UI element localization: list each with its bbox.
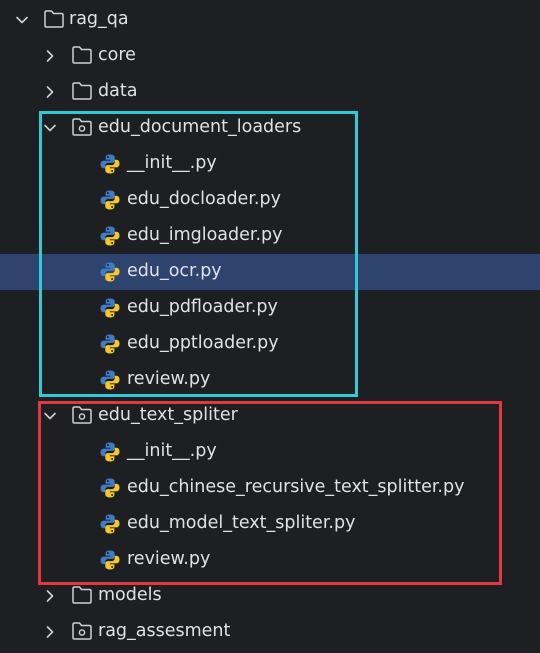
tree-node-rag-assesment[interactable]: rag_assesment [0, 614, 540, 650]
python-file-icon [99, 153, 121, 175]
tree-file-label: edu_pptloader.py [127, 333, 279, 353]
tree-node-models[interactable]: models [0, 578, 540, 614]
python-file-icon [99, 261, 121, 283]
tree-file-label: edu_ocr.py [127, 261, 222, 281]
chevron-right-icon[interactable] [41, 83, 59, 101]
tree-file-label: edu_model_text_spliter.py [127, 513, 356, 533]
chevron-down-icon[interactable] [41, 407, 59, 425]
python-file-icon [99, 441, 121, 463]
tree-node-label: data [98, 81, 138, 101]
tree-node-label: models [98, 585, 162, 605]
python-file-icon [99, 189, 121, 211]
tree-file-label: review.py [127, 369, 211, 389]
tree-file-edu-imgloader[interactable]: edu_imgloader.py [0, 218, 540, 254]
tree-node-edu-text-spliter[interactable]: edu_text_spliter [0, 398, 540, 434]
tree-node-rag-qa[interactable]: rag_qa [0, 2, 540, 38]
tree-file-label: edu_pdfloader.py [127, 297, 278, 317]
chevron-right-icon[interactable] [41, 587, 59, 605]
tree-file-label: edu_chinese_recursive_text_splitter.py [127, 477, 465, 497]
folder-icon [71, 81, 93, 101]
tree-file-review-spliter[interactable]: review.py [0, 542, 540, 578]
tree-file-label: edu_docloader.py [127, 189, 281, 209]
folder-icon [71, 45, 93, 65]
tree-node-edu-document-loaders[interactable]: edu_document_loaders [0, 110, 540, 146]
tree-file-init-spliter[interactable]: __init__.py [0, 434, 540, 470]
tree-file-label: edu_imgloader.py [127, 225, 283, 245]
tree-file-review-loaders[interactable]: review.py [0, 362, 540, 398]
tree-file-label: __init__.py [127, 153, 217, 173]
chevron-down-icon[interactable] [41, 119, 59, 137]
tree-file-init-loaders[interactable]: __init__.py [0, 146, 540, 182]
python-file-icon [99, 477, 121, 499]
tree-node-label: core [98, 45, 136, 65]
python-file-icon [99, 549, 121, 571]
chevron-right-icon[interactable] [41, 623, 59, 641]
python-file-icon [99, 369, 121, 391]
tree-node-label: rag_qa [69, 9, 129, 29]
python-file-icon [99, 333, 121, 355]
package-folder-icon [71, 621, 93, 641]
chevron-down-icon[interactable] [13, 11, 31, 29]
project-tree: rag_qa core data edu_document_loaders __… [0, 0, 540, 653]
tree-file-edu-ocr[interactable]: edu_ocr.py [0, 254, 540, 290]
folder-icon [71, 585, 93, 605]
tree-node-data[interactable]: data [0, 74, 540, 110]
tree-node-label: rag_assesment [98, 621, 231, 641]
tree-file-edu-pptloader[interactable]: edu_pptloader.py [0, 326, 540, 362]
python-file-icon [99, 513, 121, 535]
tree-node-label: edu_document_loaders [98, 117, 302, 137]
tree-file-label: __init__.py [127, 441, 217, 461]
tree-file-edu-pdfloader[interactable]: edu_pdfloader.py [0, 290, 540, 326]
chevron-right-icon[interactable] [41, 47, 59, 65]
python-file-icon [99, 225, 121, 247]
tree-file-label: review.py [127, 549, 211, 569]
tree-file-edu-chinese-recursive-text-splitter[interactable]: edu_chinese_recursive_text_splitter.py [0, 470, 540, 506]
python-file-icon [99, 297, 121, 319]
tree-node-core[interactable]: core [0, 38, 540, 74]
tree-file-edu-model-text-spliter[interactable]: edu_model_text_spliter.py [0, 506, 540, 542]
folder-icon [43, 9, 65, 29]
tree-node-label: edu_text_spliter [98, 405, 238, 425]
package-folder-icon [71, 117, 93, 137]
tree-file-edu-docloader[interactable]: edu_docloader.py [0, 182, 540, 218]
package-folder-icon [71, 405, 93, 425]
